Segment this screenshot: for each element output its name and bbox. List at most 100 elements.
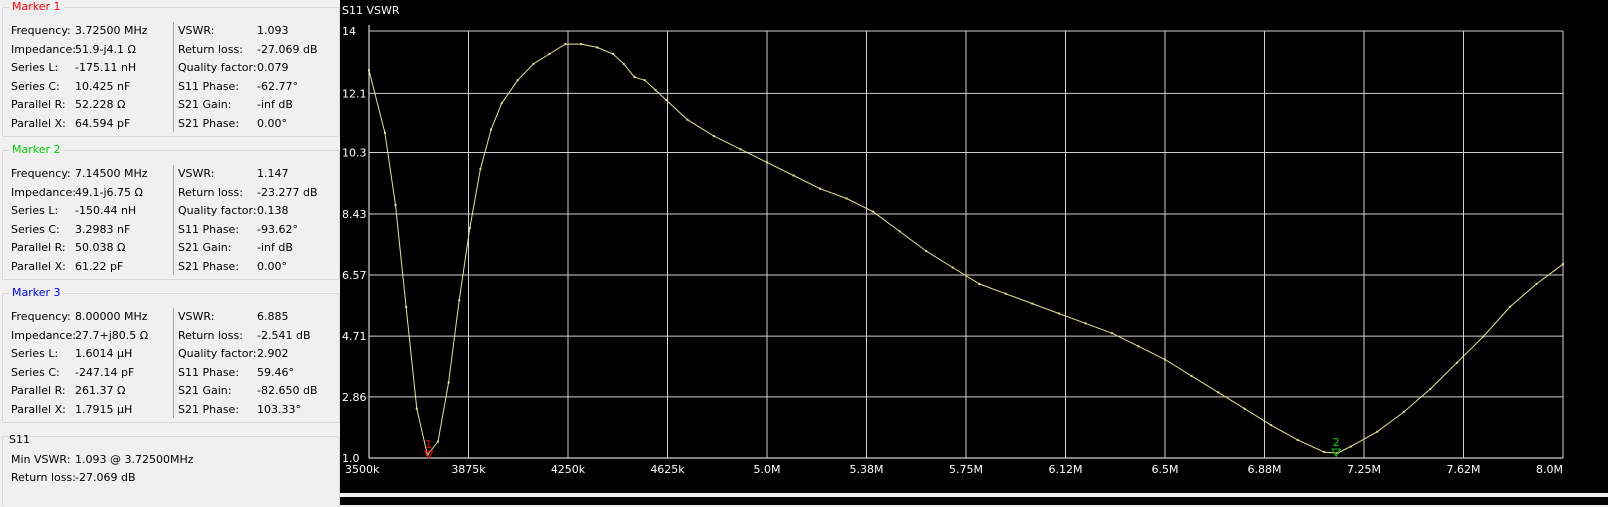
data-point xyxy=(516,79,519,82)
x-tick-label: 3875k xyxy=(451,463,486,476)
field-value: 0.00° xyxy=(257,260,287,273)
field-value: 61.22 pF xyxy=(75,260,124,273)
field-value: 0.138 xyxy=(257,204,289,218)
data-point xyxy=(872,210,875,213)
field-label: S21 Gain: xyxy=(178,98,232,112)
data-point xyxy=(1270,424,1273,427)
field-value: 8.00000 MHz xyxy=(75,310,148,323)
column-divider xyxy=(173,165,174,275)
data-point xyxy=(415,407,418,410)
field-value: 7.14500 MHz xyxy=(75,167,148,180)
data-point xyxy=(394,204,397,207)
data-point xyxy=(925,250,928,253)
field-label: Series C: xyxy=(11,79,60,93)
data-point xyxy=(1455,361,1458,364)
marker-title: Marker 1 xyxy=(9,0,64,13)
field-value: -2.541 dB xyxy=(257,328,311,342)
marker-group-2: Marker 2 Frequency: 7.14500 MHz Impedance: 4… xyxy=(2,143,340,280)
data-point xyxy=(633,75,636,78)
field-label: Series L: xyxy=(11,61,59,75)
data-point xyxy=(1137,345,1140,348)
x-tick-label: 6.12M xyxy=(1049,463,1083,476)
data-point xyxy=(1535,282,1538,285)
x-tick-label: 4625k xyxy=(650,463,685,476)
data-point xyxy=(1004,292,1007,295)
data-point xyxy=(1508,305,1511,308)
field-value: -inf dB xyxy=(257,98,293,112)
data-point xyxy=(643,79,646,82)
field-label: Return loss: xyxy=(178,42,243,56)
data-point xyxy=(1349,445,1352,448)
field-label: Frequency: xyxy=(11,310,71,323)
data-point xyxy=(1402,411,1405,414)
data-point xyxy=(898,230,901,233)
data-point xyxy=(458,299,461,302)
data-point xyxy=(1190,374,1193,377)
data-point xyxy=(368,69,370,72)
field-value: 50.038 Ω xyxy=(75,241,126,255)
field-label: Frequency: xyxy=(11,167,71,180)
marker-group-1: Marker 1 Frequency: 3.72500 MHz Impedance: 5… xyxy=(2,0,340,137)
field-label: S21 Gain: xyxy=(178,241,232,255)
marker-title: Marker 3 xyxy=(9,286,64,299)
field-value: -27.069 dB xyxy=(75,471,136,484)
data-point xyxy=(405,305,408,308)
field-label: S11 Phase: xyxy=(178,222,240,236)
field-label: S21 Phase: xyxy=(178,117,240,130)
field-label: Impedance: xyxy=(11,328,76,342)
field-value: -93.62° xyxy=(257,222,298,236)
field-value: 59.46° xyxy=(257,365,294,379)
field-label: VSWR: xyxy=(178,24,215,37)
field-label: S11 Phase: xyxy=(178,365,240,379)
field-label: Impedance: xyxy=(11,185,76,199)
field-label: Frequency: xyxy=(11,24,71,37)
marker-group-3: Marker 3 Frequency: 8.00000 MHz Impedance: 2… xyxy=(2,286,340,423)
s11-summary-group: S11 Min VSWR: 1.093 @ 3.72500MHz Return los… xyxy=(2,433,340,507)
field-label: Series C: xyxy=(11,222,60,236)
field-label: Series L: xyxy=(11,347,59,361)
field-value: 1.093 @ 3.72500MHz xyxy=(75,453,194,466)
field-label: Quality factor: xyxy=(178,61,257,75)
field-label: Series C: xyxy=(11,365,60,379)
y-tick-label: 8.43 xyxy=(342,208,367,221)
data-point xyxy=(845,197,848,200)
field-value: 0.079 xyxy=(257,61,289,75)
data-point xyxy=(686,118,689,121)
field-value: 6.885 xyxy=(257,310,289,323)
data-point xyxy=(564,43,567,46)
field-label: S21 Phase: xyxy=(178,260,240,273)
data-point xyxy=(766,161,768,164)
field-label: Parallel X: xyxy=(11,403,66,416)
data-point xyxy=(739,148,742,151)
data-point xyxy=(468,227,471,230)
x-tick-label: 8.0M xyxy=(1536,463,1563,476)
field-value: 64.594 pF xyxy=(75,117,131,130)
y-tick-label: 1.0 xyxy=(342,452,360,465)
vswr-chart-svg: 3500k 3875k 4250k 4625k 5.0M 5.38M 5.75M 6.12M 6… xyxy=(342,25,1564,476)
data-point xyxy=(1110,332,1113,335)
field-value: 1.7915 µH xyxy=(75,403,133,416)
x-tick-label: 7.25M xyxy=(1347,463,1381,476)
field-value: 103.33° xyxy=(257,403,301,416)
field-value: 0.00° xyxy=(257,117,287,130)
data-point xyxy=(447,381,450,384)
field-value: -247.14 pF xyxy=(75,365,135,379)
field-label: Parallel X: xyxy=(11,117,66,130)
field-value: 1.093 xyxy=(257,24,289,37)
field-label: S21 Gain: xyxy=(178,384,232,398)
field-value: -62.77° xyxy=(257,79,298,93)
field-label: VSWR: xyxy=(178,167,215,180)
data-point xyxy=(580,43,583,46)
field-value: 2.902 xyxy=(257,347,289,361)
vswr-chart[interactable]: S11 VSWR 3500k 3875k 4250k 4625k 5.0M 5.38M 5.… xyxy=(340,0,1608,493)
x-tick-label: 6.88M xyxy=(1248,463,1282,476)
field-value: -23.277 dB xyxy=(257,185,318,199)
marker-title: Marker 2 xyxy=(9,143,64,156)
x-tick-label: 5.38M xyxy=(850,463,884,476)
field-label: S21 Phase: xyxy=(178,403,240,416)
data-point xyxy=(622,62,625,65)
field-label: VSWR: xyxy=(178,310,215,323)
marker-1-icon xyxy=(423,450,434,459)
data-point xyxy=(1084,322,1087,325)
field-value: 3.72500 MHz xyxy=(75,24,148,37)
